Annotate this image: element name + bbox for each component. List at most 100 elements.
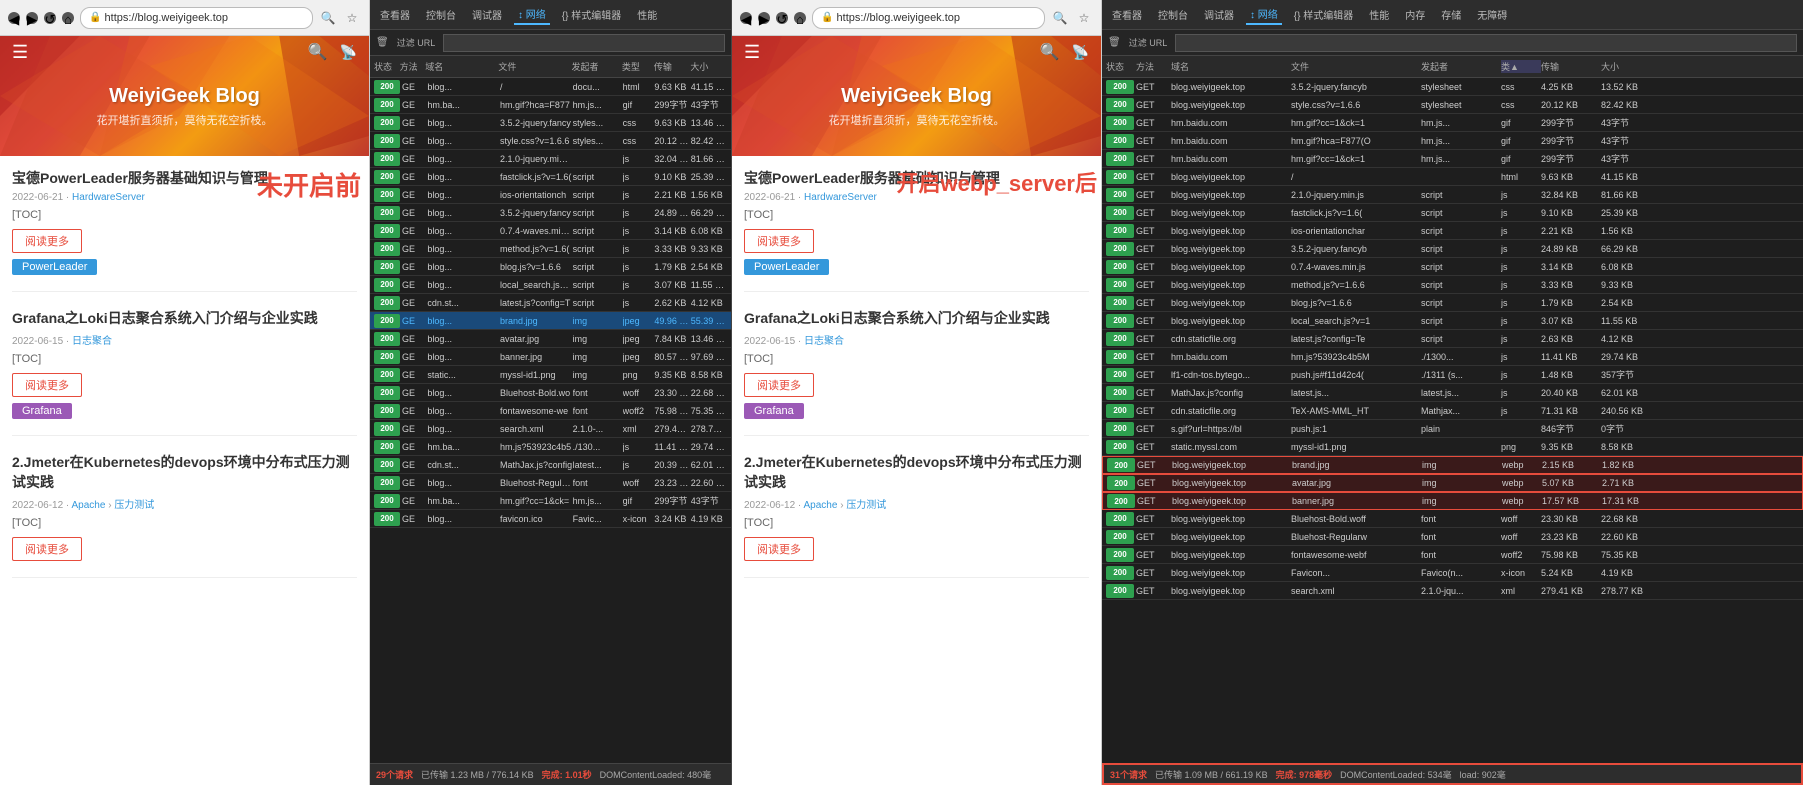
row-1-7[interactable]: 200GEblog...ios-orientationchscriptjs2.2… (370, 186, 731, 204)
row-1-21[interactable]: 200GEhm.ba...hm.js?53923c4b5./130...js11… (370, 438, 731, 456)
dt-debugger-tab-1[interactable]: 调试器 (468, 5, 506, 24)
rss-icon-2[interactable]: ☆ (1075, 9, 1093, 27)
read-more-btn-2-2[interactable]: 阅读更多 (744, 373, 814, 397)
row-2-7[interactable]: 200GETblog.weiyigeek.top2.1.0-jquery.min… (1102, 186, 1803, 204)
row-2-27[interactable]: 200GETblog.weiyigeek.topfontawesome-webf… (1102, 546, 1803, 564)
row-2-13[interactable]: 200GETblog.weiyigeek.topblog.js?v=1.6.6s… (1102, 294, 1803, 312)
back-button-2[interactable]: ◀ (740, 12, 752, 24)
dt-style-tab-2[interactable]: {} 样式编辑器 (1290, 5, 1357, 24)
row-2-12[interactable]: 200GETblog.weiyigeek.topmethod.js?v=1.6.… (1102, 276, 1803, 294)
row-2-15[interactable]: 200GETcdn.staticfile.orglatest.js?config… (1102, 330, 1803, 348)
dt-console-tab-1[interactable]: 控制台 (422, 5, 460, 24)
tag-grafana-2[interactable]: Grafana (744, 403, 804, 419)
row-2-2[interactable]: 200GETblog.weiyigeek.topstyle.css?v=1.6.… (1102, 96, 1803, 114)
read-more-btn-2-3[interactable]: 阅读更多 (744, 537, 814, 561)
rss-icon-1[interactable]: ☆ (343, 9, 361, 27)
row-2-6[interactable]: 200GETblog.weiyigeek.top/html9.63 KB41.1… (1102, 168, 1803, 186)
dt-console-tab-2[interactable]: 控制台 (1154, 5, 1192, 24)
row-2-24-webp[interactable]: 200GETblog.weiyigeek.topbanner.jpgimgweb… (1102, 492, 1803, 510)
read-more-btn-2[interactable]: 阅读更多 (12, 373, 82, 397)
row-1-9[interactable]: 200GEblog...0.7.4-waves.min.jsscriptjs3.… (370, 222, 731, 240)
row-2-23-webp[interactable]: 200GETblog.weiyigeek.topavatar.jpgimgweb… (1102, 474, 1803, 492)
row-1-25[interactable]: 200GEblog...favicon.icoFavic...x-icon3.2… (370, 510, 731, 528)
row-2-29[interactable]: 200GETblog.weiyigeek.topsearch.xml2.1.0-… (1102, 582, 1803, 600)
search-nav-icon-2[interactable]: 🔍 (1040, 42, 1060, 62)
forward-button-2[interactable]: ▶ (758, 12, 770, 24)
forward-button[interactable]: ▶ (26, 12, 38, 24)
tag-powderleader[interactable]: PowerLeader (12, 259, 97, 275)
row-1-10[interactable]: 200GEblog...method.js?v=1.6(scriptjs3.33… (370, 240, 731, 258)
hamburger-icon-2[interactable]: ☰ (744, 42, 760, 63)
dt-filter-input-2[interactable] (1175, 34, 1797, 52)
search-icon-1[interactable]: 🔍 (319, 9, 337, 27)
row-2-8[interactable]: 200GETblog.weiyigeek.topfastclick.js?v=1… (1102, 204, 1803, 222)
row-1-6[interactable]: 200GEblog...fastclick.js?v=1.6(scriptjs9… (370, 168, 731, 186)
row-1-11[interactable]: 200GEblog...blog.js?v=1.6.6scriptjs1.79 … (370, 258, 731, 276)
row-1-12[interactable]: 200GEblog...local_search.js?v=scriptjs3.… (370, 276, 731, 294)
tag-powderleader-2[interactable]: PowerLeader (744, 259, 829, 275)
dt-style-tab-1[interactable]: {} 样式编辑器 (558, 5, 625, 24)
refresh-button[interactable]: ↺ (44, 12, 56, 24)
home-button-2[interactable]: ⌂ (794, 12, 806, 24)
address-bar-2[interactable]: 🔒 https://blog.weiyigeek.top (812, 7, 1045, 29)
row-2-22-webp[interactable]: 200GETblog.weiyigeek.topbrand.jpgimgwebp… (1102, 456, 1803, 474)
row-2-1[interactable]: 200GETblog.weiyigeek.top3.5.2-jquery.fan… (1102, 78, 1803, 96)
dt-network-tab-1[interactable]: ↕ 网络 (514, 4, 550, 25)
address-bar-1[interactable]: 🔒 https://blog.weiyigeek.top (80, 7, 313, 29)
row-2-26[interactable]: 200GETblog.weiyigeek.topBluehost-Regular… (1102, 528, 1803, 546)
row-1-14[interactable]: 200GEblog...brand.jpgimgjpeg49.96 KB55.3… (370, 312, 731, 330)
row-2-17[interactable]: 200GETlf1-cdn-tos.bytego...push.js#f11d4… (1102, 366, 1803, 384)
dt-viewer-tab-2[interactable]: 查看器 (1108, 5, 1146, 24)
row-2-9[interactable]: 200GETblog.weiyigeek.topios-orientationc… (1102, 222, 1803, 240)
hamburger-icon-1[interactable]: ☰ (12, 42, 28, 63)
dt-perf-tab-2[interactable]: 性能 (1365, 5, 1393, 24)
row-1-2[interactable]: 200GEhm.ba...hm.gif?hca=F877hm.js...gif2… (370, 96, 731, 114)
row-1-24[interactable]: 200GEhm.ba...hm.gif?cc=1&ck=hm.js...gif2… (370, 492, 731, 510)
rss-nav-icon-1[interactable]: 📡 (340, 44, 357, 61)
row-1-4[interactable]: 200GEblog...style.css?v=1.6.6styles...cs… (370, 132, 731, 150)
refresh-button-2[interactable]: ↺ (776, 12, 788, 24)
row-2-28[interactable]: 200GETblog.weiyigeek.topFavicon...Favico… (1102, 564, 1803, 582)
row-1-16[interactable]: 200GEblog...banner.jpgimgjpeg80.57 KB97.… (370, 348, 731, 366)
row-2-25[interactable]: 200GETblog.weiyigeek.topBluehost-Bold.wo… (1102, 510, 1803, 528)
row-2-21[interactable]: 200GETstatic.myssl.commyssl-id1.pngpng9.… (1102, 438, 1803, 456)
row-2-20[interactable]: 200GETs.gif?url=https://blpush.js:1plain… (1102, 420, 1803, 438)
back-button[interactable]: ◀ (8, 12, 20, 24)
dt-storage-tab-2[interactable]: 存储 (1437, 5, 1465, 24)
read-more-btn-1[interactable]: 阅读更多 (12, 229, 82, 253)
home-button[interactable]: ⌂ (62, 12, 74, 24)
row-1-13[interactable]: 200GEcdn.st...latest.js?config=Tscriptjs… (370, 294, 731, 312)
row-1-19[interactable]: 200GEblog...fontawesome-wefontwoff275.98… (370, 402, 731, 420)
row-1-22[interactable]: 200GEcdn.st...MathJax.js?configlatest...… (370, 456, 731, 474)
row-2-5[interactable]: 200GEThm.baidu.comhm.gif?cc=1&ck=1hm.js.… (1102, 150, 1803, 168)
search-nav-icon-1[interactable]: 🔍 (308, 42, 328, 62)
row-2-18[interactable]: 200GETMathJax.js?configlatest.js...lates… (1102, 384, 1803, 402)
dt-network-tab-2[interactable]: ↕ 网络 (1246, 4, 1282, 25)
dt-viewer-tab-1[interactable]: 查看器 (376, 5, 414, 24)
row-1-23[interactable]: 200GEblog...Bluehost-Regular.fofontwoff2… (370, 474, 731, 492)
row-2-10[interactable]: 200GETblog.weiyigeek.top3.5.2-jquery.fan… (1102, 240, 1803, 258)
row-2-3[interactable]: 200GEThm.baidu.comhm.gif?cc=1&ck=1hm.js.… (1102, 114, 1803, 132)
dt-filter-input-1[interactable] (443, 34, 725, 52)
row-1-20[interactable]: 200GEblog...search.xml2.1.0-...xml279.41… (370, 420, 731, 438)
dt-accessibility-tab-2[interactable]: 无障碍 (1473, 5, 1511, 24)
dt-memory-tab-2[interactable]: 内存 (1401, 5, 1429, 24)
row-2-19[interactable]: 200GETcdn.staticfile.orgTeX-AMS-MML_HTMa… (1102, 402, 1803, 420)
row-1-17[interactable]: 200GEstatic...myssl-id1.pngimgpng9.35 KB… (370, 366, 731, 384)
row-2-16[interactable]: 200GEThm.baidu.comhm.js?53923c4b5M./1300… (1102, 348, 1803, 366)
row-1-5[interactable]: 200GEblog...2.1.0-jquery.min.jsjs32.04 K… (370, 150, 731, 168)
row-1-3[interactable]: 200GEblog...3.5.2-jquery.fancystyles...c… (370, 114, 731, 132)
row-2-11[interactable]: 200GETblog.weiyigeek.top0.7.4-waves.min.… (1102, 258, 1803, 276)
rss-nav-icon-2[interactable]: 📡 (1072, 44, 1089, 61)
read-more-btn-3[interactable]: 阅读更多 (12, 537, 82, 561)
row-1-18[interactable]: 200GEblog...Bluehost-Bold.wofontwoff23.3… (370, 384, 731, 402)
row-2-4[interactable]: 200GEThm.baidu.comhm.gif?hca=F877(Ohm.js… (1102, 132, 1803, 150)
row-1-8[interactable]: 200GEblog...3.5.2-jquery.fancyscriptjs24… (370, 204, 731, 222)
search-icon-2[interactable]: 🔍 (1051, 9, 1069, 27)
dt-perf-tab-1[interactable]: 性能 (633, 5, 661, 24)
tag-grafana[interactable]: Grafana (12, 403, 72, 419)
row-1-15[interactable]: 200GEblog...avatar.jpgimgjpeg7.84 KB13.4… (370, 330, 731, 348)
row-1-1[interactable]: 200 GE blog... / docu... html 9.63 KB 41… (370, 78, 731, 96)
row-2-14[interactable]: 200GETblog.weiyigeek.toplocal_search.js?… (1102, 312, 1803, 330)
read-more-btn-2-1[interactable]: 阅读更多 (744, 229, 814, 253)
